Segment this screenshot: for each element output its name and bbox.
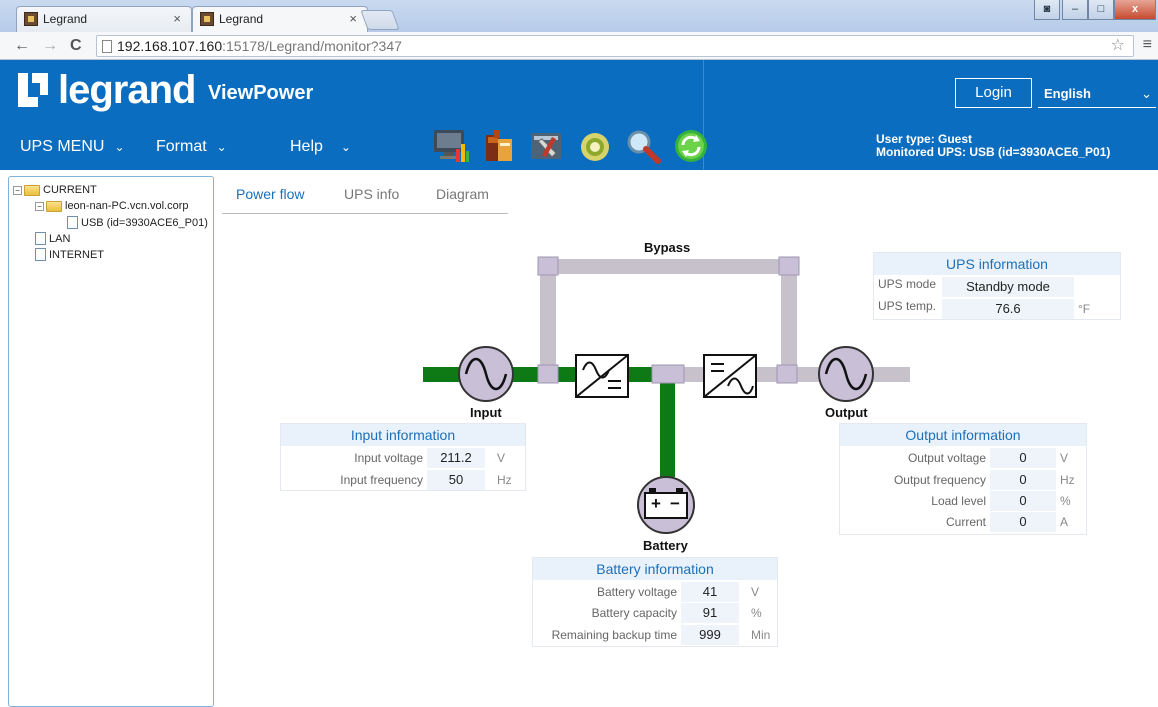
output-ac-icon (818, 346, 874, 402)
unit-label: V (1060, 451, 1069, 465)
rectifier-icon (575, 354, 629, 398)
bypass-line-left (540, 259, 556, 375)
unit-label: Hz (1060, 473, 1075, 487)
output-label: Output (825, 405, 868, 420)
unit-label: °F (1078, 302, 1091, 316)
output-voltage-row: Output voltage 0 V (840, 448, 1086, 468)
unit-label: Hz (497, 473, 512, 487)
field-label: Output voltage (907, 451, 986, 465)
battery-icon (637, 476, 695, 534)
input-frequency-value: 50 (427, 470, 485, 490)
field-label: Current (945, 515, 986, 529)
bypass-line-top (540, 259, 796, 274)
current-value: 0 (990, 512, 1056, 532)
unit-label: A (1060, 515, 1069, 529)
current-row: Current 0 A (840, 512, 1086, 532)
ups-temp-row: UPS temp. 76.6 °F (874, 299, 1120, 319)
inverter-icon (703, 354, 757, 398)
input-voltage-row: Input voltage 211.2 V (281, 448, 525, 468)
backup-time-value: 999 (681, 625, 739, 645)
input-ac-source-icon (458, 346, 514, 402)
field-label: Battery voltage (596, 585, 677, 599)
output-frequency-value: 0 (990, 470, 1056, 490)
junction-node (776, 364, 798, 384)
battery-capacity-value: 91 (681, 603, 739, 623)
battery-line (660, 375, 675, 477)
field-label: Output frequency (893, 473, 986, 487)
battery-label: Battery (643, 538, 688, 553)
unit-label: V (751, 585, 760, 599)
unit-label: V (497, 451, 506, 465)
load-level-row: Load level 0 % (840, 491, 1086, 511)
field-label: Remaining backup time (551, 628, 677, 642)
bypass-label: Bypass (644, 240, 691, 255)
battery-voltage-value: 41 (681, 582, 739, 602)
panel-title: Output information (840, 424, 1086, 446)
output-frequency-row: Output frequency 0 Hz (840, 470, 1086, 490)
field-label: UPS mode (878, 277, 937, 291)
ups-information-panel: UPS information UPS mode Standby mode UP… (873, 252, 1121, 320)
panel-title: Input information (281, 424, 525, 446)
unit-label: Min (751, 628, 771, 642)
input-label: Input (470, 405, 502, 420)
field-label: Battery capacity (591, 606, 677, 620)
junction-node (537, 256, 559, 276)
output-information-panel: Output information Output voltage 0 V Ou… (839, 423, 1087, 535)
junction-node (537, 364, 559, 384)
ups-mode-row: UPS mode Standby mode (874, 277, 1120, 297)
battery-information-panel: Battery information Battery voltage 41 V… (532, 557, 778, 647)
field-label: UPS temp. (878, 299, 937, 313)
junction-node (651, 364, 685, 384)
bypass-line-right (781, 259, 797, 375)
input-line (423, 367, 461, 382)
field-label: Load level (931, 494, 986, 508)
input-information-panel: Input information Input voltage 211.2 V … (280, 423, 526, 491)
input-voltage-value: 211.2 (427, 448, 485, 468)
junction-node (778, 256, 800, 276)
panel-title: Battery information (533, 558, 777, 580)
unit-label: % (751, 606, 762, 620)
battery-plus: + (651, 494, 661, 513)
panel-title: UPS information (874, 253, 1120, 275)
ups-temp-value: 76.6 (942, 299, 1074, 319)
backup-time-row: Remaining backup time 999 Min (533, 625, 777, 645)
field-label: Input voltage (354, 451, 423, 465)
unit-label: % (1060, 494, 1071, 508)
input-frequency-row: Input frequency 50 Hz (281, 470, 525, 490)
output-voltage-value: 0 (990, 448, 1056, 468)
battery-capacity-row: Battery capacity 91 % (533, 603, 777, 623)
battery-minus: − (670, 494, 680, 513)
battery-voltage-row: Battery voltage 41 V (533, 582, 777, 602)
load-level-value: 0 (990, 491, 1056, 511)
ups-mode-value: Standby mode (942, 277, 1074, 297)
field-label: Input frequency (340, 473, 423, 487)
